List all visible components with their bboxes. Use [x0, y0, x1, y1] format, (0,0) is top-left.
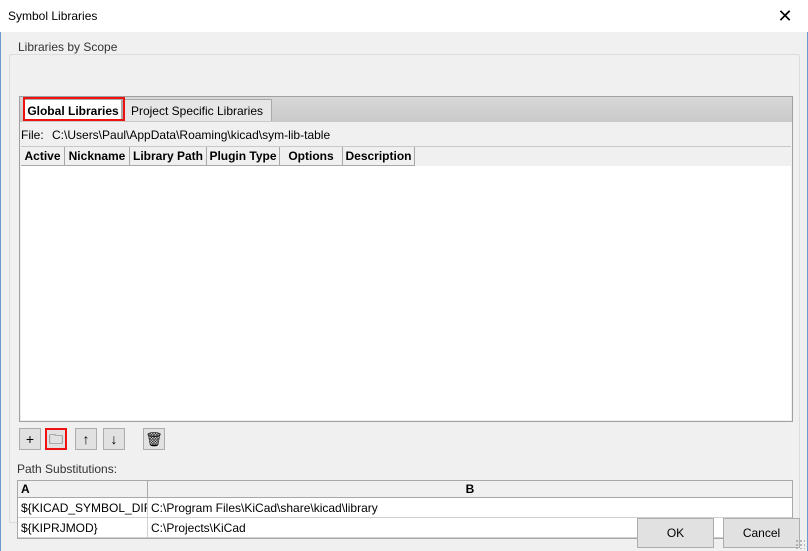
title-bar: Symbol Libraries ✕ [0, 0, 808, 32]
col-a[interactable]: A [18, 481, 148, 497]
col-b[interactable]: B [148, 481, 792, 497]
dialog-body: Libraries by Scope Global Libraries Proj… [0, 32, 808, 551]
arrow-down-icon[interactable]: ↓ [103, 428, 125, 450]
col-active[interactable]: Active [21, 147, 65, 166]
col-options[interactable]: Options [280, 147, 343, 166]
path-var-value[interactable]: C:\Program Files\KiCad\share\kicad\libra… [148, 498, 792, 517]
file-label: File: [21, 128, 44, 142]
arrow-up-icon[interactable]: ↑ [75, 428, 97, 450]
trash-icon[interactable]: 🗑 [143, 428, 165, 450]
table-row[interactable]: ${KICAD_SYMBOL_DIR} C:\Program Files\KiC… [18, 498, 792, 518]
cancel-button[interactable]: Cancel [723, 518, 800, 548]
path-var-name[interactable]: ${KICAD_SYMBOL_DIR} [18, 498, 148, 517]
window-title: Symbol Libraries [8, 9, 98, 23]
col-description[interactable]: Description [343, 147, 415, 166]
col-library-path[interactable]: Library Path [130, 147, 207, 166]
col-plugin-type[interactable]: Plugin Type [207, 147, 280, 166]
ok-button[interactable]: OK [637, 518, 714, 548]
path-substitutions-label: Path Substitutions: [17, 462, 118, 476]
folder-icon[interactable]: 🗀 [45, 428, 67, 450]
path-table-header: A B [18, 481, 792, 498]
file-path: C:\Users\Paul\AppData\Roaming\kicad\sym-… [52, 128, 331, 142]
col-nickname[interactable]: Nickname [65, 147, 130, 166]
file-path-row: File: C:\Users\Paul\AppData\Roaming\kica… [21, 128, 330, 142]
library-table-header: Active Nickname Library Path Plugin Type… [21, 147, 791, 166]
plus-icon[interactable]: + [19, 428, 41, 450]
tab-global-libraries[interactable]: Global Libraries [24, 99, 122, 121]
tab-strip: Global Libraries Project Specific Librar… [19, 96, 793, 122]
close-icon[interactable]: ✕ [762, 0, 808, 32]
resize-grip-icon[interactable] [795, 539, 805, 549]
libraries-group-label: Libraries by Scope [17, 40, 119, 54]
library-table[interactable]: Active Nickname Library Path Plugin Type… [21, 146, 791, 420]
tab-project-specific-libraries[interactable]: Project Specific Libraries [122, 99, 272, 121]
path-var-name[interactable]: ${KIPRJMOD} [18, 518, 148, 537]
